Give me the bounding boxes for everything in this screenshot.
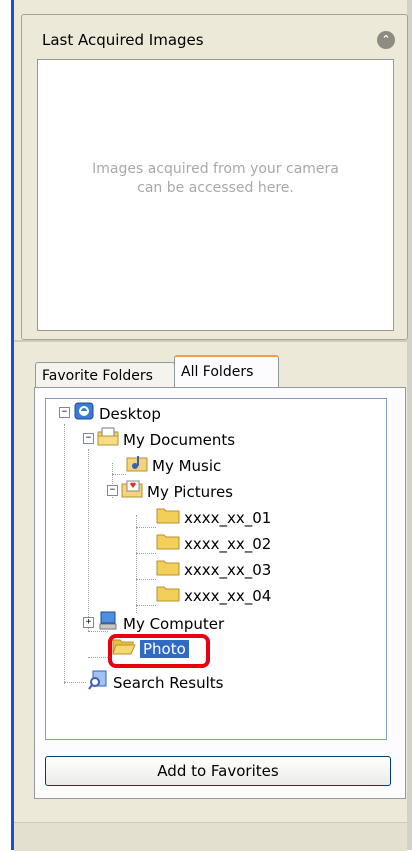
collapse-my-pictures-toggle[interactable]: − [107, 485, 118, 496]
tab-favorite-folders[interactable]: Favorite Folders [35, 362, 175, 388]
collapse-desktop-toggle[interactable]: − [59, 407, 70, 418]
collapse-my-documents-toggle[interactable]: − [83, 433, 94, 444]
double-chevron-up-icon[interactable]: ⌃ [377, 31, 395, 49]
add-to-favorites-button[interactable]: Add to Favorites [45, 756, 391, 786]
desktop-icon [73, 401, 95, 427]
last-acquired-image-area[interactable]: Images acquired from your camera can be … [37, 59, 394, 331]
left-edge [0, 0, 14, 850]
tree-item-my-computer[interactable]: My Computer [97, 611, 224, 633]
last-acquired-title: Last Acquired Images [42, 31, 204, 49]
search-results-icon [87, 670, 109, 696]
tree-item-folder-02[interactable]: xxxx_xx_02 [156, 532, 271, 554]
documents-folder-icon [97, 427, 119, 453]
last-acquired-message: Images acquired from your camera can be … [92, 161, 339, 196]
tree-item-search-results[interactable]: Search Results [87, 670, 223, 692]
tree-item-my-pictures[interactable]: My Pictures [121, 479, 233, 501]
folder-icon [156, 558, 180, 582]
bottom-status-strip [14, 822, 407, 851]
red-highlight-ring [108, 634, 210, 668]
folder-tree[interactable]: − Desktop − My Documents My Music − My P… [45, 398, 387, 740]
tree-item-desktop[interactable]: Desktop [73, 401, 161, 423]
folder-icon [156, 584, 180, 608]
last-acquired-panel: Last Acquired Images ⌃ Images acquired f… [21, 14, 408, 340]
folder-icon [156, 506, 180, 530]
music-folder-icon [126, 453, 148, 479]
tree-item-my-documents[interactable]: My Documents [97, 427, 235, 449]
panel-splitter[interactable] [14, 340, 407, 342]
pictures-folder-icon [121, 479, 143, 505]
tree-item-folder-04[interactable]: xxxx_xx_04 [156, 584, 271, 606]
expand-my-computer-toggle[interactable]: + [83, 617, 94, 628]
tree-item-my-music[interactable]: My Music [126, 453, 221, 475]
tree-item-folder-01[interactable]: xxxx_xx_01 [156, 506, 271, 528]
all-folders-panel: − Desktop − My Documents My Music − My P… [34, 387, 406, 799]
tree-item-folder-03[interactable]: xxxx_xx_03 [156, 558, 271, 580]
folder-icon [156, 532, 180, 556]
tab-all-folders[interactable]: All Folders [174, 355, 279, 388]
